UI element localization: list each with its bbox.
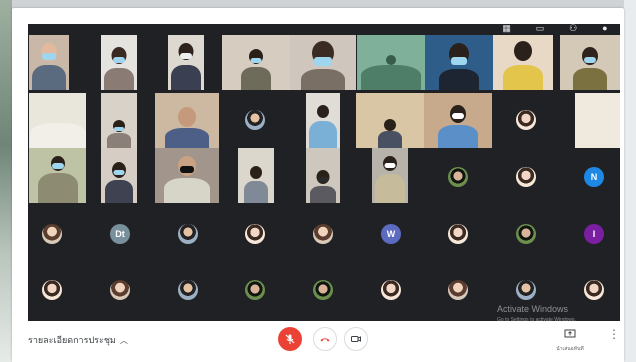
mic-off-icon <box>285 334 295 344</box>
participant-video <box>306 148 340 203</box>
meeting-details-label: รายละเอียดการประชุม <box>28 335 116 345</box>
participant-initial-avatar: W <box>381 224 401 244</box>
participant-avatar <box>516 110 536 130</box>
participant-video <box>168 35 204 90</box>
participant-video <box>290 35 356 90</box>
present-now-button[interactable]: นำเสนอทันที <box>556 326 584 353</box>
participant-initial: N <box>590 172 598 182</box>
participant-video <box>155 148 219 203</box>
participant-avatar <box>110 280 130 300</box>
participant-initial: W <box>386 229 396 239</box>
participant-initial: I <box>592 229 596 239</box>
participant-avatar <box>245 110 265 130</box>
top-toolbar: ▦ ▭ ⚇ ● <box>490 22 620 34</box>
participant-video <box>372 148 408 203</box>
people-icon[interactable]: ⚇ <box>569 23 577 33</box>
meeting-details-button[interactable]: รายละเอียดการประชุม ︿ <box>28 333 128 347</box>
participant-video <box>306 93 340 148</box>
participant-video <box>493 35 553 90</box>
participant-initial-avatar: I <box>584 224 604 244</box>
participant-avatar <box>448 280 468 300</box>
participant-avatar <box>516 280 536 300</box>
leave-call-button[interactable] <box>313 327 337 351</box>
participant-avatar <box>448 167 468 187</box>
participant-avatar <box>245 280 265 300</box>
participant-video <box>29 93 86 148</box>
participant-video <box>29 35 69 90</box>
camera-toggle-button[interactable] <box>344 327 368 351</box>
participant-avatar <box>42 224 62 244</box>
participant-initial-avatar: Dt <box>110 224 130 244</box>
desktop-background-right <box>624 0 636 362</box>
participant-avatar <box>245 224 265 244</box>
mic-toggle-button[interactable] <box>278 327 302 351</box>
participant-video <box>29 148 86 203</box>
video-camera-icon <box>351 336 361 342</box>
participant-video <box>356 93 424 148</box>
participant-video <box>238 148 274 203</box>
participant-video <box>560 35 620 90</box>
participant-avatar <box>448 224 468 244</box>
participant-initial: Dt <box>115 229 125 239</box>
participant-video <box>222 35 290 90</box>
present-screen-icon <box>564 329 576 338</box>
participant-video <box>155 93 219 148</box>
participant-avatar <box>178 224 198 244</box>
watermark-title: Activate Windows <box>497 304 569 314</box>
participant-video <box>101 148 137 203</box>
participant-video <box>575 93 620 148</box>
hang-up-icon <box>320 338 330 342</box>
grid-view-icon[interactable]: ▦ <box>502 23 511 33</box>
present-now-label: นำเสนอทันที <box>556 346 584 352</box>
participant-avatar <box>178 280 198 300</box>
participant-video <box>101 35 137 90</box>
more-options-icon[interactable]: ⋮ <box>608 328 620 340</box>
participant-avatar <box>381 280 401 300</box>
participant-avatar <box>516 224 536 244</box>
participant-avatar <box>313 224 333 244</box>
participant-avatar <box>313 280 333 300</box>
chat-icon[interactable]: ▭ <box>536 23 545 33</box>
participant-video <box>424 93 492 148</box>
desktop-background-left <box>0 0 12 362</box>
participant-video <box>357 35 425 90</box>
participant-avatar <box>42 280 62 300</box>
participant-video <box>101 93 137 148</box>
chevron-up-icon: ︿ <box>119 335 128 345</box>
participant-initial-avatar: N <box>584 167 604 187</box>
participant-avatar <box>584 280 604 300</box>
participant-avatar <box>516 167 536 187</box>
account-icon[interactable]: ● <box>602 23 607 33</box>
participant-video <box>425 35 493 90</box>
